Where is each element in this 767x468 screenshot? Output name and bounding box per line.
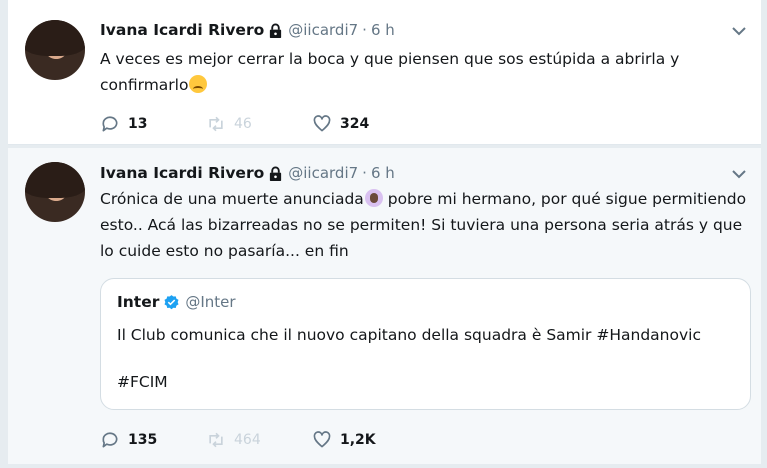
chevron-down-icon[interactable] bbox=[731, 26, 747, 36]
separator-dot: · bbox=[362, 21, 367, 39]
retweet-button[interactable]: 46 bbox=[206, 114, 312, 134]
author-name[interactable]: Ivana Icardi Rivero bbox=[100, 164, 264, 182]
tweet[interactable]: Ivana Icardi Rivero @iicardi7 · 6 h Crón… bbox=[8, 148, 761, 464]
retweet-count: 464 bbox=[234, 432, 261, 448]
author-name[interactable]: Ivana Icardi Rivero bbox=[100, 21, 264, 39]
avatar[interactable] bbox=[25, 20, 85, 80]
retweet-icon bbox=[209, 116, 223, 132]
quoted-tweet-hashtag[interactable]: #FCIM bbox=[117, 373, 168, 391]
quoted-tweet[interactable]: Inter @Inter Il Club comunica che il nuo… bbox=[100, 278, 751, 410]
retweet-icon bbox=[209, 432, 223, 448]
verified-badge-icon bbox=[164, 294, 179, 309]
tweet-actions: 135 464 1,2K bbox=[100, 430, 418, 450]
timestamp[interactable]: 6 h bbox=[371, 21, 395, 39]
retweet-count: 46 bbox=[234, 116, 252, 132]
tweet-text: Crónica de una muerte anunciada pobre mi… bbox=[100, 186, 750, 264]
avatar[interactable] bbox=[25, 162, 85, 222]
like-button[interactable]: 324 bbox=[312, 114, 418, 134]
reply-count: 13 bbox=[128, 116, 148, 132]
reply-icon bbox=[102, 116, 118, 132]
tweet-text: A veces es mejor cerrar la boca y que pi… bbox=[100, 46, 750, 98]
tweet-text-content: A veces es mejor cerrar la boca y que pi… bbox=[100, 50, 680, 94]
lock-icon bbox=[270, 23, 282, 38]
tweet-actions: 13 46 324 bbox=[100, 114, 418, 134]
chevron-down-icon[interactable] bbox=[731, 169, 747, 179]
reply-button[interactable]: 135 bbox=[100, 430, 206, 450]
quoted-author-name: Inter bbox=[117, 293, 160, 311]
author-handle[interactable]: @iicardi7 bbox=[288, 164, 358, 182]
separator-dot: · bbox=[362, 164, 367, 182]
heart-icon bbox=[313, 115, 331, 132]
reply-button[interactable]: 13 bbox=[100, 114, 206, 134]
tweet[interactable]: Ivana Icardi Rivero @iicardi7 · 6 h A ve… bbox=[8, 0, 761, 145]
quoted-author-handle: @Inter bbox=[185, 293, 236, 311]
like-button[interactable]: 1,2K bbox=[312, 430, 418, 450]
woman-facepalming-emoji-icon bbox=[364, 189, 383, 207]
like-count: 1,2K bbox=[340, 432, 376, 448]
quoted-tweet-text: Il Club comunica che il nuovo capitano d… bbox=[117, 326, 701, 344]
heart-icon bbox=[313, 431, 331, 448]
quoted-tweet-header: Inter @Inter bbox=[117, 293, 236, 311]
tweet-header: Ivana Icardi Rivero @iicardi7 · 6 h bbox=[100, 161, 395, 185]
tweet-text-part-1: Crónica de una muerte anunciada bbox=[100, 190, 364, 208]
lock-icon bbox=[270, 166, 282, 181]
author-handle[interactable]: @iicardi7 bbox=[288, 21, 358, 39]
timestamp[interactable]: 6 h bbox=[371, 164, 395, 182]
reply-icon bbox=[102, 432, 118, 448]
tweet-header: Ivana Icardi Rivero @iicardi7 · 6 h bbox=[100, 18, 395, 42]
disappointed-face-emoji-icon bbox=[189, 75, 208, 93]
retweet-button[interactable]: 464 bbox=[206, 430, 312, 450]
like-count: 324 bbox=[340, 116, 370, 132]
reply-count: 135 bbox=[128, 432, 158, 448]
